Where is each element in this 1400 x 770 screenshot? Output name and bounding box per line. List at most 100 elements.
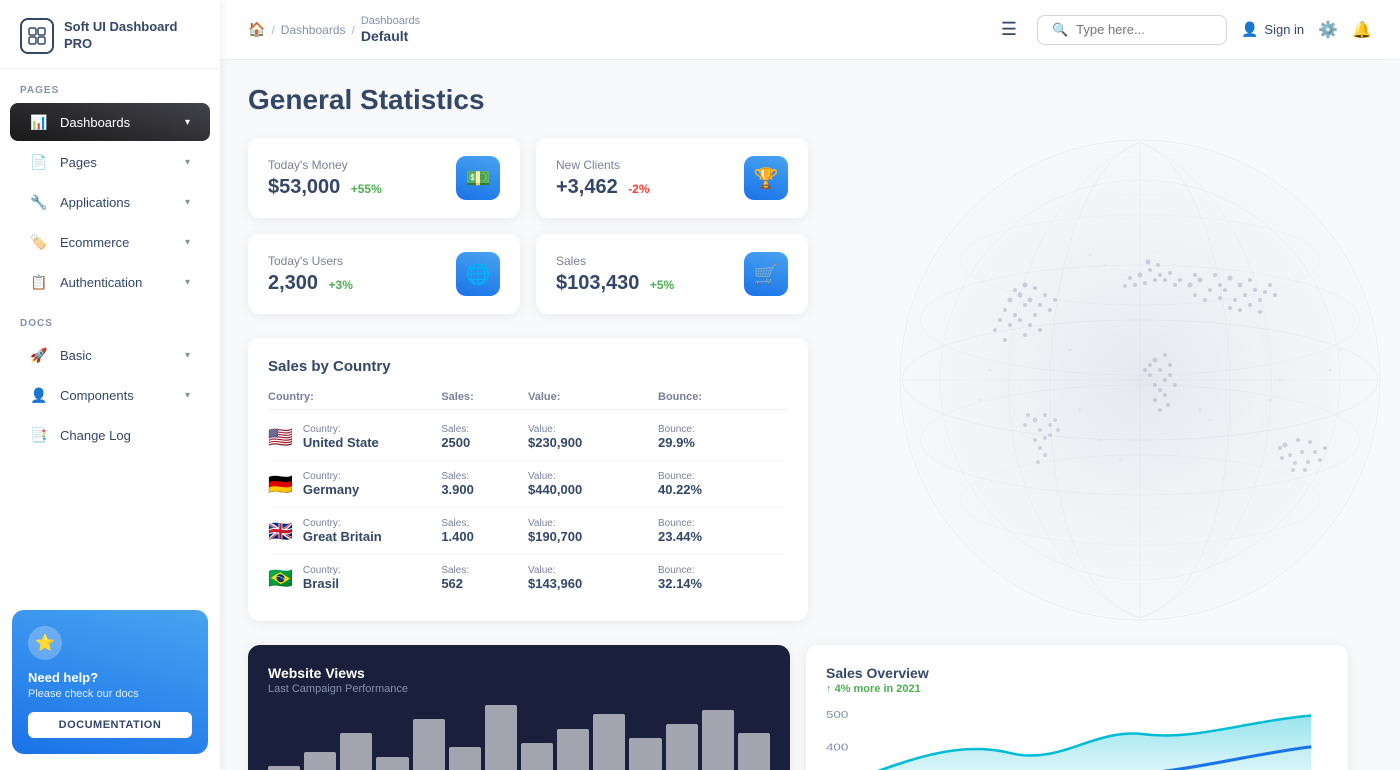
topbar: 🏠 / Dashboards / Dashboards Default ☰ 🔍 … bbox=[220, 0, 1400, 60]
sales-overview-card: Sales Overview ↑ 4% more in 2021 bbox=[806, 645, 1348, 770]
sales-label-gb: Sales: bbox=[441, 518, 528, 529]
bar bbox=[593, 714, 625, 770]
sales-overview-sub: ↑ 4% more in 2021 bbox=[826, 683, 1328, 695]
stat-icon-sales: 🛒 bbox=[744, 252, 788, 296]
sidebar-item-basic-label: Basic bbox=[60, 348, 92, 363]
logo-icon bbox=[20, 18, 54, 54]
stat-change-sales: +5% bbox=[650, 278, 674, 292]
country-row-gb: 🇬🇧 Country: Great Britain Sales: 1.400 V… bbox=[268, 508, 788, 555]
sales-overview-subtitle: 4% more in 2021 bbox=[835, 683, 921, 695]
bar-chart-area bbox=[268, 705, 770, 770]
stat-value-row-users: 2,300 +3% bbox=[268, 272, 353, 295]
bounce-cell-br: Bounce: 32.14% bbox=[658, 565, 788, 591]
settings-icon[interactable]: ⚙️ bbox=[1318, 20, 1338, 40]
sidebar-item-applications[interactable]: 🔧 Applications ▾ bbox=[10, 183, 210, 221]
country-cell-gb: 🇬🇧 Country: Great Britain bbox=[268, 518, 441, 544]
chevron-down-icon: ▾ bbox=[185, 117, 190, 128]
bar bbox=[629, 738, 661, 770]
bar bbox=[340, 733, 372, 770]
country-name-br: Brasil bbox=[303, 576, 339, 591]
stat-label-users: Today's Users bbox=[268, 254, 353, 268]
sidebar-item-changelog[interactable]: 📑 Change Log bbox=[10, 416, 210, 454]
bounce-cell-de: Bounce: 40.22% bbox=[658, 471, 788, 497]
globe-decoration: // Will generate dots via JS bbox=[850, 100, 1400, 660]
stat-label-money: Today's Money bbox=[268, 158, 382, 172]
bounce-cell-gb: Bounce: 23.44% bbox=[658, 518, 788, 544]
stat-card-money: Today's Money $53,000 +55% 💵 bbox=[248, 138, 520, 218]
bar bbox=[376, 757, 408, 770]
bounce-value-us: 29.9% bbox=[658, 435, 695, 450]
sales-value-de: 3.900 bbox=[441, 482, 474, 497]
stat-info-clients: New Clients +3,462 -2% bbox=[556, 158, 650, 199]
stat-change-money: +55% bbox=[351, 182, 382, 196]
country-name-wrap-de: Country: Germany bbox=[303, 471, 359, 497]
bar-chart-title: Website Views bbox=[268, 665, 770, 681]
country-row-us: 🇺🇸 Country: United State Sales: 2500 Val… bbox=[268, 414, 788, 461]
country-name-de: Germany bbox=[303, 482, 359, 497]
bounce-label-us: Bounce: bbox=[658, 424, 788, 435]
value-value-de: $440,000 bbox=[528, 482, 582, 497]
value-cell-us: Value: $230,900 bbox=[528, 424, 658, 450]
col-sales: Sales: bbox=[441, 391, 528, 403]
bar bbox=[557, 729, 589, 770]
sidebar-item-authentication[interactable]: 📋 Authentication ▾ bbox=[10, 263, 210, 301]
user-icon: 👤 bbox=[1241, 21, 1258, 38]
chevron-down-icon: ▾ bbox=[185, 237, 190, 248]
search-input[interactable] bbox=[1076, 22, 1212, 37]
pages-icon: 📄 bbox=[30, 153, 48, 171]
notification-icon[interactable]: 🔔 bbox=[1352, 20, 1372, 40]
sidebar-item-pages[interactable]: 📄 Pages ▾ bbox=[10, 143, 210, 181]
country-row-br: 🇧🇷 Country: Brasil Sales: 562 Value: $14… bbox=[268, 555, 788, 601]
sidebar-item-basic[interactable]: 🚀 Basic ▾ bbox=[10, 336, 210, 374]
bar bbox=[268, 766, 300, 770]
hamburger-icon[interactable]: ☰ bbox=[997, 15, 1021, 44]
breadcrumb-sep-1: / bbox=[271, 23, 274, 37]
sign-in-label: Sign in bbox=[1264, 22, 1304, 37]
ecommerce-icon: 🏷️ bbox=[30, 233, 48, 251]
country-name-wrap-gb: Country: Great Britain bbox=[303, 518, 382, 544]
bounce-label-gb: Bounce: bbox=[658, 518, 788, 529]
sidebar-help-box: ⭐ Need help? Please check our docs DOCUM… bbox=[12, 610, 208, 754]
chevron-down-icon: ▾ bbox=[185, 350, 190, 361]
sign-in-button[interactable]: 👤 Sign in bbox=[1241, 21, 1304, 38]
dashboard-icon: 📊 bbox=[30, 113, 48, 131]
country-cell-br: 🇧🇷 Country: Brasil bbox=[268, 565, 441, 591]
breadcrumb-current-label: Default bbox=[361, 28, 420, 44]
sidebar-item-ecommerce-label: Ecommerce bbox=[60, 235, 129, 250]
stat-value-row-sales: $103,430 +5% bbox=[556, 272, 674, 295]
app-name: Soft UI Dashboard PRO bbox=[64, 19, 200, 53]
search-box[interactable]: 🔍 bbox=[1037, 15, 1227, 45]
sidebar-item-dashboards[interactable]: 📊 Dashboards ▾ bbox=[10, 103, 210, 141]
pages-section-label: PAGES bbox=[0, 69, 220, 102]
bar bbox=[521, 743, 553, 770]
stat-label-clients: New Clients bbox=[556, 158, 650, 172]
stat-card-users: Today's Users 2,300 +3% 🌐 bbox=[248, 234, 520, 314]
documentation-button[interactable]: DOCUMENTATION bbox=[28, 712, 192, 738]
bar bbox=[485, 705, 517, 770]
help-title: Need help? bbox=[28, 670, 192, 685]
sidebar-item-auth-label: Authentication bbox=[60, 275, 142, 290]
stat-info-sales: Sales $103,430 +5% bbox=[556, 254, 674, 295]
sidebar-item-ecommerce[interactable]: 🏷️ Ecommerce ▾ bbox=[10, 223, 210, 261]
svg-text:400: 400 bbox=[826, 741, 849, 753]
stats-grid: Today's Money $53,000 +55% 💵 New Clients… bbox=[248, 138, 808, 314]
stat-card-sales: Sales $103,430 +5% 🛒 bbox=[536, 234, 808, 314]
auth-icon: 📋 bbox=[30, 273, 48, 291]
bounce-value-br: 32.14% bbox=[658, 576, 702, 591]
docs-section-label: DOCS bbox=[0, 302, 220, 335]
flag-gb: 🇬🇧 bbox=[268, 519, 293, 544]
sales-cell-br: Sales: 562 bbox=[441, 565, 528, 591]
stat-value-clients: +3,462 bbox=[556, 176, 618, 198]
changelog-icon: 📑 bbox=[30, 426, 48, 444]
sidebar-item-components[interactable]: 👤 Components ▾ bbox=[10, 376, 210, 414]
breadcrumb-dashboards: Dashboards bbox=[281, 23, 346, 37]
value-label-de: Value: bbox=[528, 471, 658, 482]
stat-icon-clients: 🏆 bbox=[744, 156, 788, 200]
home-icon: 🏠 bbox=[248, 21, 265, 38]
components-icon: 👤 bbox=[30, 386, 48, 404]
bounce-cell-us: Bounce: 29.9% bbox=[658, 424, 788, 450]
bar bbox=[413, 719, 445, 770]
sales-value-gb: 1.400 bbox=[441, 529, 474, 544]
col-country: Country: bbox=[268, 391, 441, 403]
stat-icon-users: 🌐 bbox=[456, 252, 500, 296]
